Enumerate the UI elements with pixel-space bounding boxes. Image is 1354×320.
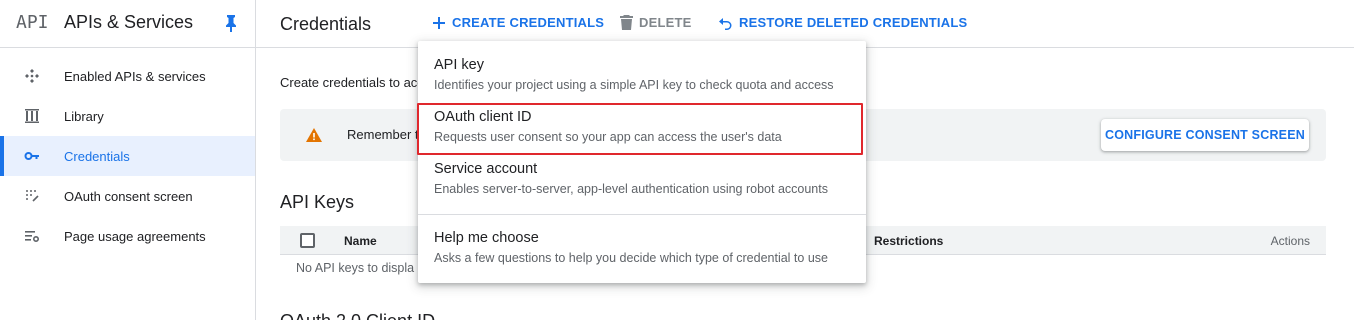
product-title: APIs & Services [64,12,194,32]
select-all-checkbox[interactable] [300,233,315,248]
restore-deleted-credentials-button[interactable]: RESTORE DELETED CREDENTIALS [718,15,967,30]
menu-item-help-me-choose[interactable]: Help me choose Asks a few questions to h… [418,214,866,266]
app-root: API APIs & Services Enabled APIs & servi… [0,0,1354,320]
sidebar-item-page-usage[interactable]: Page usage agreements [0,216,255,256]
create-credentials-menu: API key Identifies your project using a … [417,41,866,283]
library-icon [25,109,39,123]
menu-item-title: Service account [434,161,538,177]
sidebar-nav: Enabled APIs & services Library Credenti… [0,56,255,256]
create-credentials-label: CREATE CREDENTIALS [452,15,605,30]
column-header-name[interactable]: Name [344,234,377,248]
trash-icon [620,15,633,30]
menu-item-api-key[interactable]: API key Identifies your project using a … [418,41,866,93]
sidebar-item-label: Page usage agreements [64,228,206,244]
menu-item-description: Identifies your project using a simple A… [434,78,834,92]
page-title: Credentials [280,14,372,34]
menu-item-title: OAuth client ID [434,109,532,125]
menu-item-description: Enables server-to-server, app-level auth… [434,182,828,196]
enabled-apis-icon [25,69,39,83]
api-keys-title: API Keys [280,192,355,212]
notice-text: Remember t [347,127,419,142]
oauth-section-title: OAuth 2.0 Client ID [280,311,435,320]
sidebar-item-label: Library [64,108,104,124]
key-icon [24,152,39,160]
consent-icon [26,190,39,202]
column-header-restrictions[interactable]: Restrictions [874,234,943,248]
delete-label: DELETE [639,15,692,30]
plus-icon [433,16,445,29]
undo-icon [719,17,732,30]
api-logo: API [16,12,49,33]
empty-table-message: No API keys to displa [296,261,415,275]
settings-list-icon [25,231,40,243]
warning-icon [306,128,322,142]
create-credentials-button[interactable]: CREATE CREDENTIALS [432,15,604,30]
intro-text: Create credentials to acc [280,75,424,90]
sidebar: API APIs & Services Enabled APIs & servi… [0,0,256,320]
sidebar-item-label: OAuth consent screen [64,188,193,204]
sidebar-item-credentials[interactable]: Credentials [0,136,255,176]
menu-item-service-account[interactable]: Service account Enables server-to-server… [418,145,866,197]
menu-item-title: API key [434,57,484,73]
configure-consent-screen-button[interactable]: CONFIGURE CONSENT SCREEN [1101,119,1309,151]
sidebar-item-label: Enabled APIs & services [64,68,206,84]
menu-item-description: Asks a few questions to help you decide … [434,251,828,265]
delete-button[interactable]: DELETE [620,15,691,30]
pin-icon[interactable] [224,14,238,32]
menu-item-oauth-client-id[interactable]: OAuth client ID Requests user consent so… [418,93,866,145]
column-header-actions: Actions [1270,234,1310,248]
sidebar-header: API APIs & Services [0,0,255,48]
menu-item-description: Requests user consent so your app can ac… [434,130,782,144]
sidebar-item-oauth-consent[interactable]: OAuth consent screen [0,176,255,216]
sidebar-item-enabled-apis[interactable]: Enabled APIs & services [0,56,255,96]
restore-label: RESTORE DELETED CREDENTIALS [739,15,968,30]
sidebar-item-label: Credentials [64,148,130,164]
sidebar-item-library[interactable]: Library [0,96,255,136]
menu-item-title: Help me choose [434,230,539,246]
